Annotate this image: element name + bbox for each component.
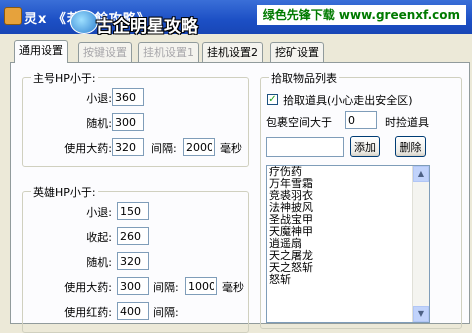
tab-panel: 主号HP小于: 小退: 随机: 使用大药: 间隔: 毫秒 英雄HP小于: 小退:…: [10, 62, 470, 333]
main-random-input[interactable]: [112, 113, 144, 131]
space-label: 包裹空间大于: [266, 116, 332, 129]
hero-hp-title: 英雄HP小于:: [31, 184, 98, 200]
main-ms-label: 毫秒: [220, 142, 242, 155]
main-hp-group: 主号HP小于: 小退: 随机: 使用大药: 间隔: 毫秒: [22, 70, 249, 167]
add-button[interactable]: 添加: [350, 136, 380, 157]
pickup-checkbox-label: 拾取道具(小心走出安全区): [283, 94, 413, 107]
watermark-logo-icon: [70, 10, 98, 34]
main-retreat-label: 小退:: [86, 92, 112, 105]
tab-afk-1[interactable]: 挂机设置1: [138, 42, 199, 62]
item-name-input[interactable]: [266, 137, 344, 157]
pickup-suffix-label: 时捡道具: [385, 116, 429, 129]
hero-potion-label: 使用大药:: [64, 281, 112, 294]
main-random-label: 随机:: [86, 117, 112, 130]
watermark-text: 古企明星攻略: [96, 17, 198, 37]
scroll-down-icon[interactable]: ▼: [413, 306, 429, 322]
main-interval-label: 间隔:: [151, 142, 177, 155]
tab-keys[interactable]: 按键设置: [78, 42, 132, 62]
tab-mining[interactable]: 挖矿设置: [270, 42, 324, 62]
hero-retreat-label: 小退:: [86, 206, 112, 219]
hero-interval-label: 间隔:: [153, 281, 179, 294]
tab-general[interactable]: 通用设置: [14, 40, 68, 63]
hero-red-interval-label: 间隔:: [153, 306, 179, 319]
app-icon: [4, 7, 22, 25]
hero-recall-input[interactable]: [117, 227, 149, 245]
hero-random-input[interactable]: [117, 252, 149, 270]
tab-afk-2[interactable]: 挂机设置2: [202, 42, 263, 62]
main-interval-input[interactable]: [183, 138, 215, 156]
pickup-item-list[interactable]: 疗伤药 万年雪霜 竞裘羽衣 法神披风 圣战宝甲 天魔神甲 逍遥扇 天之屠龙 天之…: [266, 165, 430, 323]
main-potion-input[interactable]: [112, 138, 144, 156]
list-scrollbar[interactable]: ▲ ▼: [412, 166, 429, 322]
hero-recall-label: 收起:: [86, 231, 112, 244]
pickup-group: 拾取物品列表 ✓ 拾取道具(小心走出安全区) 包裹空间大于 时捡道具 添加 删除…: [260, 70, 462, 329]
site-banner: 绿色先锋下载 www.greenxf.com: [256, 5, 466, 25]
scroll-up-icon[interactable]: ▲: [413, 166, 429, 182]
hero-interval-input[interactable]: [185, 277, 217, 295]
title-bar: 灵x 《若三餘攻略》 古企明星攻略 绿色先锋下载 www.greenxf.com: [0, 0, 472, 37]
hero-retreat-input[interactable]: [117, 202, 149, 220]
main-potion-label: 使用大药:: [64, 142, 112, 155]
pickup-checkbox[interactable]: ✓: [267, 94, 278, 105]
main-retreat-input[interactable]: [112, 88, 144, 106]
hero-ms-label: 毫秒: [222, 281, 244, 294]
hero-red-input[interactable]: [117, 302, 149, 320]
hero-potion-input[interactable]: [117, 277, 149, 295]
pickup-title: 拾取物品列表: [269, 70, 339, 86]
list-item[interactable]: 天之怒斩: [267, 262, 429, 274]
delete-button[interactable]: 删除: [395, 136, 426, 157]
hero-red-label: 使用红药:: [64, 306, 112, 319]
hero-random-label: 随机:: [86, 256, 112, 269]
list-item[interactable]: 怒斩: [267, 274, 429, 286]
space-input[interactable]: [345, 111, 377, 129]
main-hp-title: 主号HP小于:: [31, 70, 98, 86]
